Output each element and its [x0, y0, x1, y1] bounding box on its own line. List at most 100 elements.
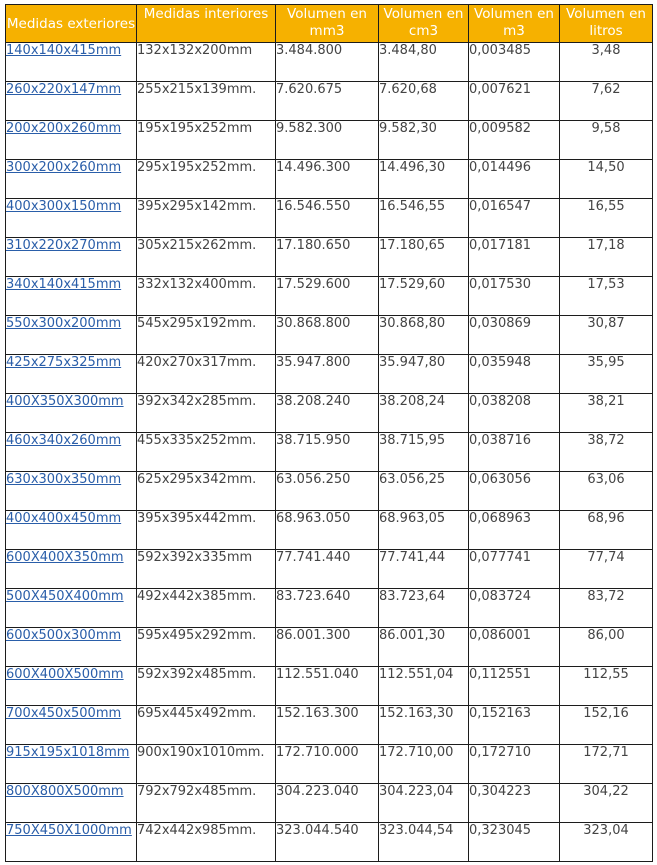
cell-volumen-litros: 172,71: [559, 744, 653, 784]
table-row: 260x220x147mm 255x215x139mm. 7.620.675 7.62…: [5, 81, 653, 121]
cell-medidas-exteriores: 630x300x350mm: [5, 471, 137, 511]
product-link[interactable]: 310x220x270mm: [6, 238, 121, 253]
cell-volumen-m3: 0,152163: [468, 705, 560, 745]
product-link[interactable]: 460x340x260mm: [6, 433, 121, 448]
cell-medidas-interiores: 592x392x485mm.: [136, 666, 276, 706]
cell-volumen-mm3: 7.620.675: [275, 81, 379, 121]
product-link[interactable]: 425x275x325mm: [6, 355, 121, 370]
cell-volumen-litros: 35,95: [559, 354, 653, 394]
table-row: 400X350X300mm 392x342x285mm. 38.208.240 38.…: [5, 393, 653, 433]
cell-medidas-interiores: 420x270x317mm.: [136, 354, 276, 394]
cell-volumen-litros: 38,72: [559, 432, 653, 472]
product-link[interactable]: 140x140x415mm: [6, 43, 121, 58]
cell-medidas-exteriores: 600X400X350mm: [5, 549, 137, 589]
product-link[interactable]: 915x195x1018mm: [6, 745, 129, 760]
product-link[interactable]: 700x450x500mm: [6, 706, 121, 721]
cell-medidas-exteriores: 750X450X1000mm: [5, 822, 137, 862]
cell-volumen-cm3: 152.163,30: [378, 705, 469, 745]
cell-medidas-exteriores: 340x140x415mm: [5, 276, 137, 316]
table-row: 200x200x260mm 195x195x252mm 9.582.300 9.582…: [5, 120, 653, 160]
cell-volumen-cm3: 16.546,55: [378, 198, 469, 238]
cell-volumen-m3: 0,112551: [468, 666, 560, 706]
cell-medidas-exteriores: 500X450X400mm: [5, 588, 137, 628]
cell-medidas-interiores: 255x215x139mm.: [136, 81, 276, 121]
cell-volumen-cm3: 83.723,64: [378, 588, 469, 628]
table-row: 300x200x260mm 295x195x252mm. 14.496.300 14.…: [5, 159, 653, 199]
cell-volumen-m3: 0,003485: [468, 42, 560, 82]
product-link[interactable]: 750X450X1000mm: [6, 823, 132, 838]
product-link[interactable]: 800X800X500mm: [6, 784, 124, 799]
cell-medidas-exteriores: 400x400x450mm: [5, 510, 137, 550]
cell-medidas-interiores: 395x395x442mm.: [136, 510, 276, 550]
cell-volumen-cm3: 112.551,04: [378, 666, 469, 706]
cell-volumen-litros: 152,16: [559, 705, 653, 745]
header-volumen-litros: Volumen en litros: [559, 4, 653, 43]
cell-volumen-m3: 0,030869: [468, 315, 560, 355]
cell-volumen-mm3: 17.180.650: [275, 237, 379, 277]
cell-volumen-litros: 16,55: [559, 198, 653, 238]
product-link[interactable]: 400x300x150mm: [6, 199, 121, 214]
cell-volumen-cm3: 77.741,44: [378, 549, 469, 589]
cell-volumen-litros: 304,22: [559, 783, 653, 823]
cell-volumen-mm3: 68.963.050: [275, 510, 379, 550]
cell-volumen-mm3: 86.001.300: [275, 627, 379, 667]
table-row: 400x400x450mm 395x395x442mm. 68.963.050 68.…: [5, 510, 653, 550]
table-row: 140x140x415mm 132x132x200mm 3.484.800 3.484…: [5, 42, 653, 82]
product-link[interactable]: 600x500x300mm: [6, 628, 121, 643]
cell-medidas-exteriores: 600X400X500mm: [5, 666, 137, 706]
cell-volumen-cm3: 17.180,65: [378, 237, 469, 277]
product-link[interactable]: 400x400x450mm: [6, 511, 121, 526]
cell-medidas-exteriores: 400x300x150mm: [5, 198, 137, 238]
cell-volumen-litros: 17,18: [559, 237, 653, 277]
cell-volumen-mm3: 38.208.240: [275, 393, 379, 433]
table-row: 600X400X500mm 592x392x485mm. 112.551.040 11…: [5, 666, 653, 706]
cell-volumen-cm3: 172.710,00: [378, 744, 469, 784]
volume-table: Medidas exteriores Medidas interiores Vo…: [5, 4, 653, 862]
cell-volumen-mm3: 304.223.040: [275, 783, 379, 823]
cell-volumen-litros: 86,00: [559, 627, 653, 667]
product-link[interactable]: 340x140x415mm: [6, 277, 121, 292]
table-row: 425x275x325mm 420x270x317mm. 35.947.800 35.…: [5, 354, 653, 394]
product-link[interactable]: 260x220x147mm: [6, 82, 121, 97]
product-link[interactable]: 550x300x200mm: [6, 316, 121, 331]
cell-medidas-interiores: 455x335x252mm.: [136, 432, 276, 472]
cell-medidas-interiores: 332x132x400mm.: [136, 276, 276, 316]
cell-volumen-cm3: 9.582,30: [378, 120, 469, 160]
cell-volumen-cm3: 7.620,68: [378, 81, 469, 121]
product-link[interactable]: 600X400X350mm: [6, 550, 124, 565]
cell-medidas-interiores: 305x215x262mm.: [136, 237, 276, 277]
product-link[interactable]: 400X350X300mm: [6, 394, 124, 409]
table-row: 630x300x350mm 625x295x342mm. 63.056.250 63.…: [5, 471, 653, 511]
product-link[interactable]: 200x200x260mm: [6, 121, 121, 136]
product-link[interactable]: 300x200x260mm: [6, 160, 121, 175]
cell-volumen-litros: 30,87: [559, 315, 653, 355]
cell-volumen-m3: 0,086001: [468, 627, 560, 667]
cell-medidas-exteriores: 400X350X300mm: [5, 393, 137, 433]
table-row: 750X450X1000mm 742x442x985mm. 323.044.540 3…: [5, 822, 653, 862]
product-link[interactable]: 600X400X500mm: [6, 667, 124, 682]
cell-medidas-exteriores: 260x220x147mm: [5, 81, 137, 121]
product-link[interactable]: 630x300x350mm: [6, 472, 121, 487]
table-row: 310x220x270mm 305x215x262mm. 17.180.650 17.…: [5, 237, 653, 277]
cell-volumen-m3: 0,083724: [468, 588, 560, 628]
cell-volumen-litros: 14,50: [559, 159, 653, 199]
cell-medidas-exteriores: 915x195x1018mm: [5, 744, 137, 784]
cell-medidas-interiores: 545x295x192mm.: [136, 315, 276, 355]
cell-medidas-exteriores: 300x200x260mm: [5, 159, 137, 199]
cell-volumen-mm3: 63.056.250: [275, 471, 379, 511]
cell-volumen-cm3: 17.529,60: [378, 276, 469, 316]
table-row: 600x500x300mm 595x495x292mm. 86.001.300 86.…: [5, 627, 653, 667]
cell-volumen-m3: 0,016547: [468, 198, 560, 238]
table-row: 460x340x260mm 455x335x252mm. 38.715.950 38.…: [5, 432, 653, 472]
cell-medidas-interiores: 695x445x492mm.: [136, 705, 276, 745]
product-link[interactable]: 500X450X400mm: [6, 589, 124, 604]
cell-volumen-litros: 77,74: [559, 549, 653, 589]
header-volumen-cm3: Volumen en cm3: [378, 4, 469, 43]
cell-volumen-litros: 83,72: [559, 588, 653, 628]
cell-medidas-exteriores: 200x200x260mm: [5, 120, 137, 160]
cell-volumen-m3: 0,017530: [468, 276, 560, 316]
cell-medidas-interiores: 595x495x292mm.: [136, 627, 276, 667]
cell-volumen-mm3: 112.551.040: [275, 666, 379, 706]
cell-volumen-litros: 7,62: [559, 81, 653, 121]
cell-volumen-m3: 0,063056: [468, 471, 560, 511]
